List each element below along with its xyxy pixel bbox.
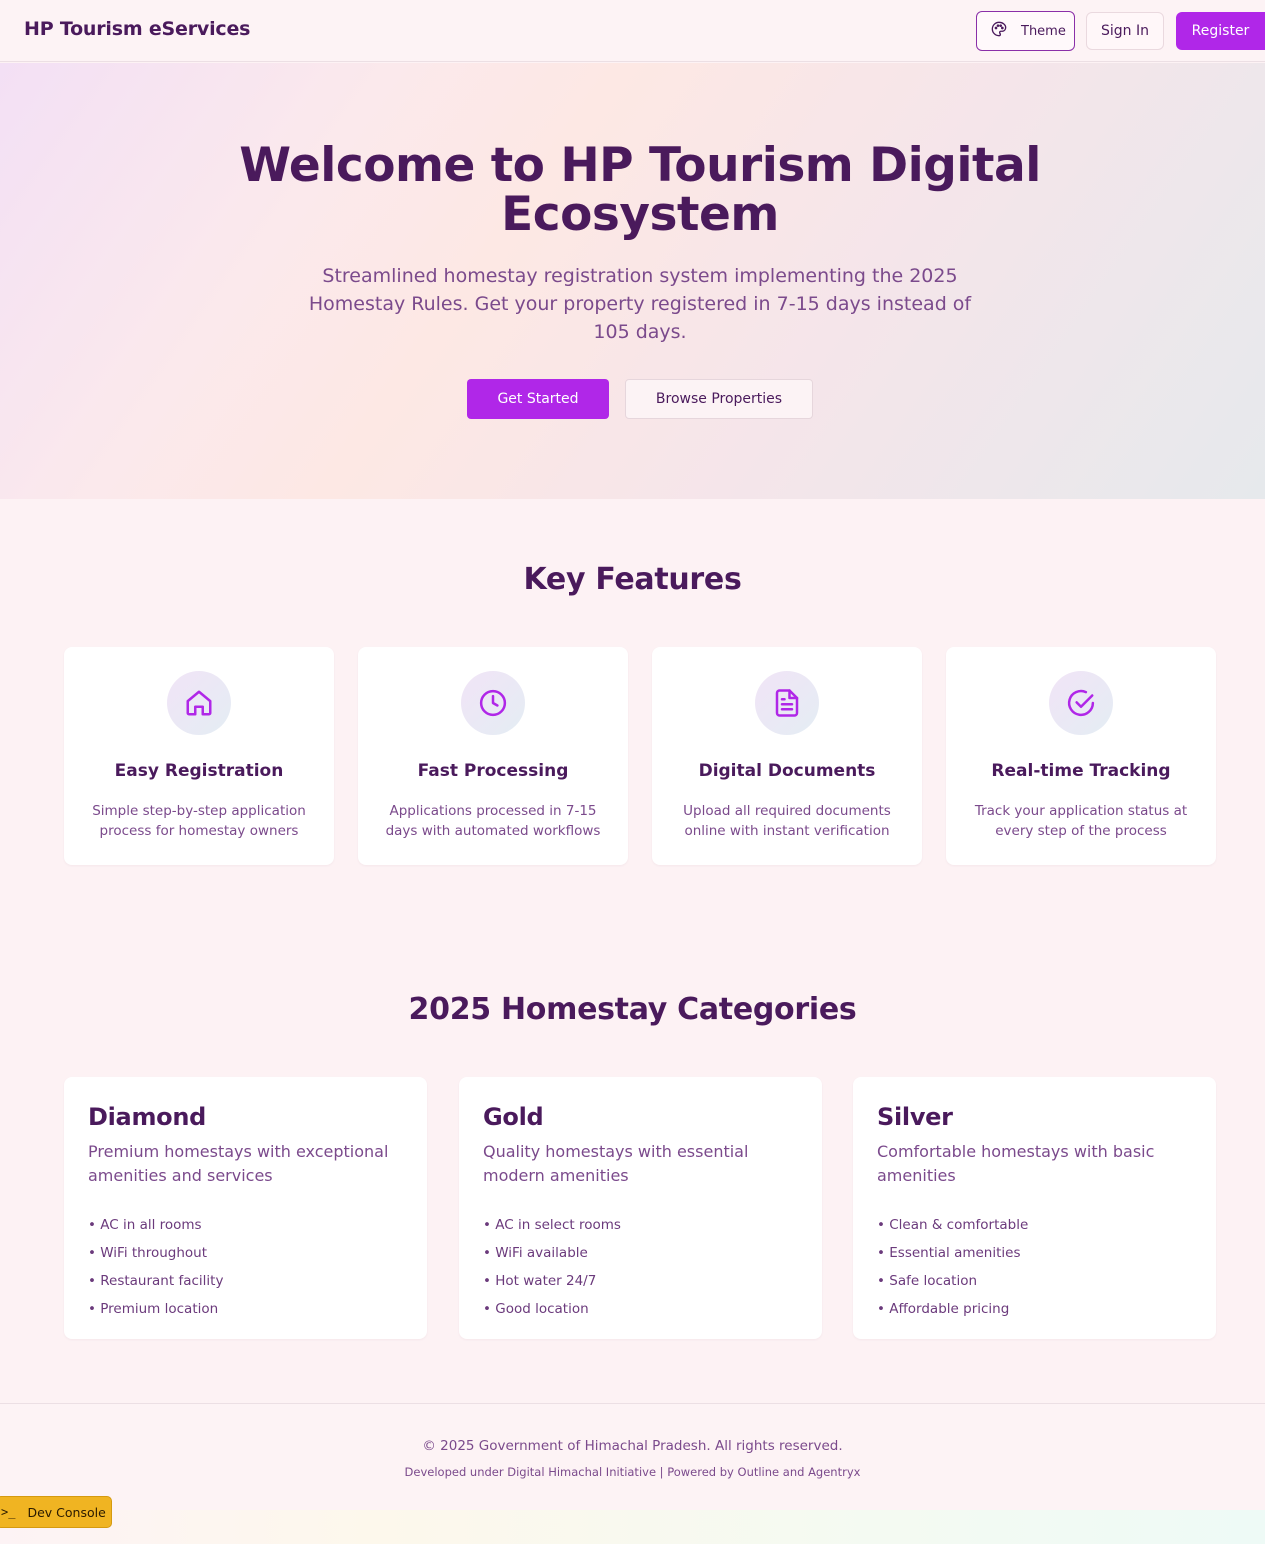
list-item: • WiFi throughout — [88, 1245, 208, 1261]
footer-credit: Developed under Digital Himachal Initiat… — [404, 1465, 861, 1479]
category-name: Gold — [483, 1103, 544, 1131]
hero-subtitle: Streamlined homestay registration system… — [308, 265, 972, 343]
feature-card-easy-registration: Easy Registration Simple step-by-step ap… — [64, 647, 334, 865]
categories-heading: 2025 Homestay Categories — [408, 992, 857, 1027]
feature-title: Digital Documents — [698, 761, 876, 781]
document-icon — [755, 671, 819, 735]
theme-button-label: Theme — [1021, 23, 1066, 39]
sign-in-button[interactable]: Sign In — [1086, 12, 1164, 50]
feature-title: Easy Registration — [114, 761, 284, 781]
brand-title[interactable]: HP Tourism eServices — [24, 18, 250, 40]
category-name: Silver — [877, 1103, 953, 1131]
features-heading: Key Features — [523, 562, 742, 597]
get-started-button[interactable]: Get Started — [467, 379, 609, 419]
category-description: Premium homestays with exceptional ameni… — [88, 1142, 389, 1185]
footer-copyright: © 2025 Government of Himachal Pradesh. A… — [422, 1438, 843, 1454]
hero-title: Welcome to HP Tourism Digital Ecosystem — [239, 138, 1041, 242]
list-item: • Safe location — [877, 1273, 978, 1289]
feature-title: Real-time Tracking — [991, 761, 1171, 781]
category-feature-list: • AC in select rooms • WiFi available • … — [483, 1211, 621, 1323]
list-item: • WiFi available — [483, 1245, 588, 1261]
feature-description: Track your application status at every s… — [974, 803, 1188, 839]
list-item: • Premium location — [88, 1301, 219, 1317]
list-item: • AC in select rooms — [483, 1217, 621, 1233]
dev-console-button[interactable]: >_ Dev Console — [0, 1496, 112, 1528]
category-card-diamond: Diamond Premium homestays with exception… — [64, 1077, 427, 1339]
home-icon — [167, 671, 231, 735]
list-item: • Essential amenities — [877, 1245, 1021, 1261]
feature-card-digital-documents: Digital Documents Upload all required do… — [652, 647, 922, 865]
category-feature-list: • AC in all rooms • WiFi throughout • Re… — [88, 1211, 223, 1323]
dev-console-label: Dev Console — [27, 1504, 106, 1520]
category-name: Diamond — [88, 1103, 207, 1131]
register-button[interactable]: Register — [1176, 12, 1265, 50]
list-item: • AC in all rooms — [88, 1217, 202, 1233]
category-description: Comfortable homestays with basic ameniti… — [877, 1142, 1155, 1185]
theme-button[interactable]: Theme — [976, 11, 1075, 51]
browse-properties-button[interactable]: Browse Properties — [625, 379, 813, 419]
hero-section: Welcome to HP Tourism Digital Ecosystem … — [0, 63, 1265, 499]
feature-card-fast-processing: Fast Processing Applications processed i… — [358, 647, 628, 865]
category-feature-list: • Clean & comfortable • Essential amenit… — [877, 1211, 1028, 1323]
feature-description: Simple step-by-step application process … — [92, 803, 306, 839]
top-navbar: HP Tourism eServices Theme Sign In Regis… — [0, 0, 1265, 62]
palette-icon — [991, 21, 1007, 41]
terminal-icon: >_ — [1, 1505, 16, 1519]
category-card-silver: Silver Comfortable homestays with basic … — [853, 1077, 1216, 1339]
list-item: • Clean & comfortable — [877, 1217, 1029, 1233]
feature-title: Fast Processing — [417, 761, 569, 781]
feature-description: Upload all required documents online wit… — [683, 803, 891, 839]
check-circle-icon — [1049, 671, 1113, 735]
list-item: • Hot water 24/7 — [483, 1273, 597, 1289]
feature-description: Applications processed in 7-15 days with… — [385, 803, 601, 839]
category-card-gold: Gold Quality homestays with essential mo… — [459, 1077, 822, 1339]
clock-icon — [461, 671, 525, 735]
category-description: Quality homestays with essential modern … — [483, 1142, 749, 1185]
list-item: • Affordable pricing — [877, 1301, 1010, 1317]
bottom-gradient-strip — [0, 1510, 1265, 1544]
list-item: • Restaurant facility — [88, 1273, 224, 1289]
list-item: • Good location — [483, 1301, 589, 1317]
feature-card-realtime-tracking: Real-time Tracking Track your applicatio… — [946, 647, 1216, 865]
